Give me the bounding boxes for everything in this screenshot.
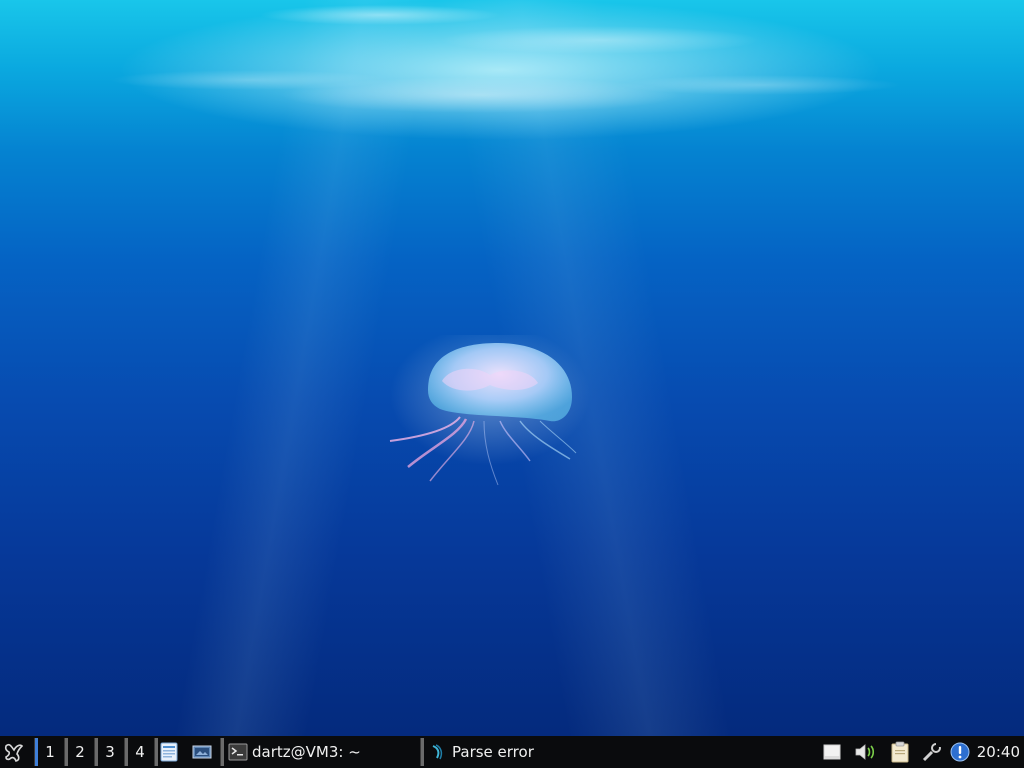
water-surface <box>0 0 1024 150</box>
launcher-separator <box>154 738 158 766</box>
task-terminal-label: dartz@VM3: ~ <box>252 743 361 761</box>
desktop-1-label: 1 <box>45 743 55 761</box>
kdialog-icon <box>432 744 443 760</box>
desktop-4-button[interactable]: 4 <box>128 736 152 768</box>
file-manager-launcher[interactable] <box>160 736 182 768</box>
clock-time: 20:40 <box>976 743 1020 761</box>
task-parse-error-button[interactable]: Parse error <box>428 738 618 766</box>
show-desktop-launcher[interactable] <box>192 736 214 768</box>
menu-logo-icon <box>4 743 24 762</box>
desktop-3-label: 3 <box>105 743 115 761</box>
file-manager-icon <box>160 742 178 762</box>
terminal-icon <box>228 743 248 761</box>
tasklist-separator <box>420 738 424 766</box>
clock[interactable]: 20:40 <box>977 736 1020 768</box>
removable-drive-tray[interactable] <box>822 736 846 768</box>
clipboard-icon <box>891 741 909 763</box>
application-menu-button[interactable] <box>2 736 28 768</box>
desktop-1-button[interactable]: 1 <box>38 736 62 768</box>
desktop-3-button[interactable]: 3 <box>98 736 122 768</box>
network-tools-tray[interactable] <box>922 736 946 768</box>
notification-tray[interactable] <box>950 736 972 768</box>
show-desktop-icon <box>192 745 212 759</box>
desktop-wallpaper[interactable] <box>0 0 1024 736</box>
tasklist-separator <box>220 738 224 766</box>
jellyfish-illustration <box>389 335 590 486</box>
removable-drive-icon <box>823 744 841 760</box>
task-parse-error-label: Parse error <box>452 743 534 761</box>
taskbar: 1 2 3 4 dartz@VM3: ~ Parse error 20:40 <box>0 736 1024 768</box>
clipboard-tray[interactable] <box>890 736 914 768</box>
notification-icon <box>950 742 970 762</box>
desktop-4-label: 4 <box>135 743 145 761</box>
desktop-2-label: 2 <box>75 743 85 761</box>
volume-tray[interactable] <box>854 736 880 768</box>
volume-icon <box>855 744 875 760</box>
network-tools-icon <box>922 743 942 762</box>
desktop-2-button[interactable]: 2 <box>68 736 92 768</box>
task-terminal-button[interactable]: dartz@VM3: ~ <box>228 738 418 766</box>
